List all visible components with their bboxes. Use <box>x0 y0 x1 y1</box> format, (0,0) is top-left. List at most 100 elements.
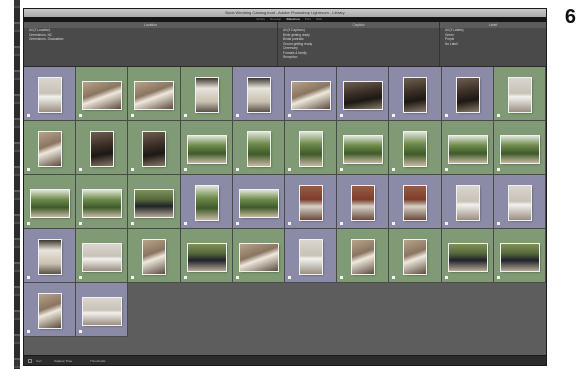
metadata-badge-icon <box>183 222 187 225</box>
photo-thumbnail[interactable] <box>239 189 278 217</box>
grid-view-icon[interactable] <box>28 359 32 363</box>
thumbnail-cell[interactable] <box>441 229 494 283</box>
thumbnail-cell[interactable] <box>337 175 390 229</box>
thumbnail-cell[interactable] <box>24 175 77 229</box>
thumbnail-cell[interactable] <box>128 121 181 175</box>
photo-thumbnail[interactable] <box>39 294 62 328</box>
sort-dropdown[interactable]: Capture Time <box>54 359 72 363</box>
thumbnail-cell[interactable] <box>180 67 233 121</box>
metadata-badge-icon <box>496 114 500 117</box>
thumbnail-cell[interactable] <box>24 67 77 121</box>
photo-thumbnail[interactable] <box>195 78 218 112</box>
photo-thumbnail[interactable] <box>187 135 226 163</box>
photo-thumbnail[interactable] <box>135 189 174 217</box>
photo-thumbnail[interactable] <box>31 189 70 217</box>
photo-thumbnail[interactable] <box>448 135 487 163</box>
thumbnail-cell[interactable] <box>232 229 285 283</box>
photo-thumbnail[interactable] <box>83 243 122 271</box>
thumbnail-cell[interactable] <box>232 175 285 229</box>
metadata-badge-icon <box>340 222 344 225</box>
photo-thumbnail[interactable] <box>195 186 218 220</box>
filter-row-label: All (5 Captions) <box>283 28 305 32</box>
photo-thumbnail[interactable] <box>404 186 427 220</box>
thumbnail-cell[interactable] <box>389 67 442 121</box>
thumbnail-cell[interactable] <box>389 175 442 229</box>
photo-thumbnail[interactable] <box>91 132 114 166</box>
thumbnail-cell[interactable] <box>285 175 338 229</box>
thumbnail-cell[interactable] <box>337 67 390 121</box>
photo-thumbnail[interactable] <box>135 81 174 109</box>
thumbnail-cell[interactable] <box>76 175 129 229</box>
thumbnail-cell[interactable] <box>128 229 181 283</box>
photo-thumbnail[interactable] <box>187 243 226 271</box>
thumbnail-cell[interactable] <box>493 121 546 175</box>
thumbnail-cell[interactable] <box>389 121 442 175</box>
filter-row[interactable]: Greensboro, Graduation <box>24 37 277 42</box>
filter-row[interactable]: Reception <box>278 55 439 60</box>
photo-thumbnail[interactable] <box>344 81 383 109</box>
thumbnail-cell[interactable] <box>285 121 338 175</box>
photo-thumbnail[interactable] <box>404 78 427 112</box>
photo-thumbnail[interactable] <box>300 132 323 166</box>
photo-thumbnail[interactable] <box>500 243 539 271</box>
photo-thumbnail[interactable] <box>404 132 427 166</box>
photo-thumbnail[interactable] <box>39 78 62 112</box>
thumbnail-cell[interactable] <box>24 121 77 175</box>
thumbnail-cell[interactable] <box>24 229 77 283</box>
thumbnail-cell[interactable] <box>285 229 338 283</box>
thumbnail-cell[interactable] <box>76 67 129 121</box>
thumbnail-cell[interactable] <box>493 175 546 229</box>
thumbnail-cell[interactable] <box>76 283 129 337</box>
thumbnail-cell[interactable] <box>180 229 233 283</box>
metadata-badge-icon <box>392 222 396 225</box>
photo-thumbnail[interactable] <box>456 186 479 220</box>
photo-thumbnail[interactable] <box>292 81 331 109</box>
photo-thumbnail[interactable] <box>83 189 122 217</box>
photo-thumbnail[interactable] <box>83 297 122 325</box>
photo-thumbnail[interactable] <box>500 135 539 163</box>
thumbnail-cell[interactable] <box>337 121 390 175</box>
thumbnail-cell[interactable] <box>441 67 494 121</box>
thumbnail-cell[interactable] <box>128 67 181 121</box>
photo-thumbnail[interactable] <box>344 135 383 163</box>
filter-row[interactable]: No Label <box>440 42 546 47</box>
photo-thumbnail[interactable] <box>448 243 487 271</box>
photo-thumbnail[interactable] <box>508 78 531 112</box>
thumbnail-cell[interactable] <box>493 67 546 121</box>
photo-thumbnail[interactable] <box>143 132 166 166</box>
thumbnail-cell[interactable] <box>285 67 338 121</box>
thumbnail-cell[interactable] <box>128 175 181 229</box>
photo-thumbnail[interactable] <box>456 78 479 112</box>
filter-column-label: Label All (3 Labels) Green Purple No Label <box>440 22 546 66</box>
thumbnail-cell[interactable] <box>180 175 233 229</box>
photo-thumbnail[interactable] <box>247 132 270 166</box>
photo-thumbnail[interactable] <box>143 240 166 274</box>
photo-thumbnail[interactable] <box>39 240 62 274</box>
photo-thumbnail[interactable] <box>83 81 122 109</box>
photo-thumbnail[interactable] <box>352 186 375 220</box>
thumbnail-cell[interactable] <box>441 175 494 229</box>
filter-row-label: Formals & family <box>283 50 307 55</box>
thumbnail-cell[interactable] <box>24 283 77 337</box>
thumbnail-cell[interactable] <box>337 229 390 283</box>
metadata-badge-icon <box>340 114 344 117</box>
metadata-badge-icon <box>79 222 83 225</box>
photo-thumbnail[interactable] <box>352 240 375 274</box>
photo-thumbnail[interactable] <box>300 186 323 220</box>
thumbnail-cell[interactable] <box>493 229 546 283</box>
thumbnail-cell[interactable] <box>76 229 129 283</box>
thumbnail-cell[interactable] <box>232 67 285 121</box>
photo-thumbnail[interactable] <box>300 240 323 274</box>
photo-thumbnail[interactable] <box>247 78 270 112</box>
thumbnail-cell[interactable] <box>76 121 129 175</box>
photo-thumbnail[interactable] <box>39 132 62 166</box>
thumbnail-cell[interactable] <box>232 121 285 175</box>
filter-row-label: Reception <box>283 55 298 59</box>
photo-thumbnail[interactable] <box>404 240 427 274</box>
photo-thumbnail[interactable] <box>508 186 531 220</box>
thumbnail-cell[interactable] <box>441 121 494 175</box>
photo-thumbnail[interactable] <box>239 243 278 271</box>
thumbnail-cell[interactable] <box>180 121 233 175</box>
filter-column-caption: Caption All (5 Captions) Bride getting rea… <box>278 22 440 66</box>
thumbnail-cell[interactable] <box>389 229 442 283</box>
